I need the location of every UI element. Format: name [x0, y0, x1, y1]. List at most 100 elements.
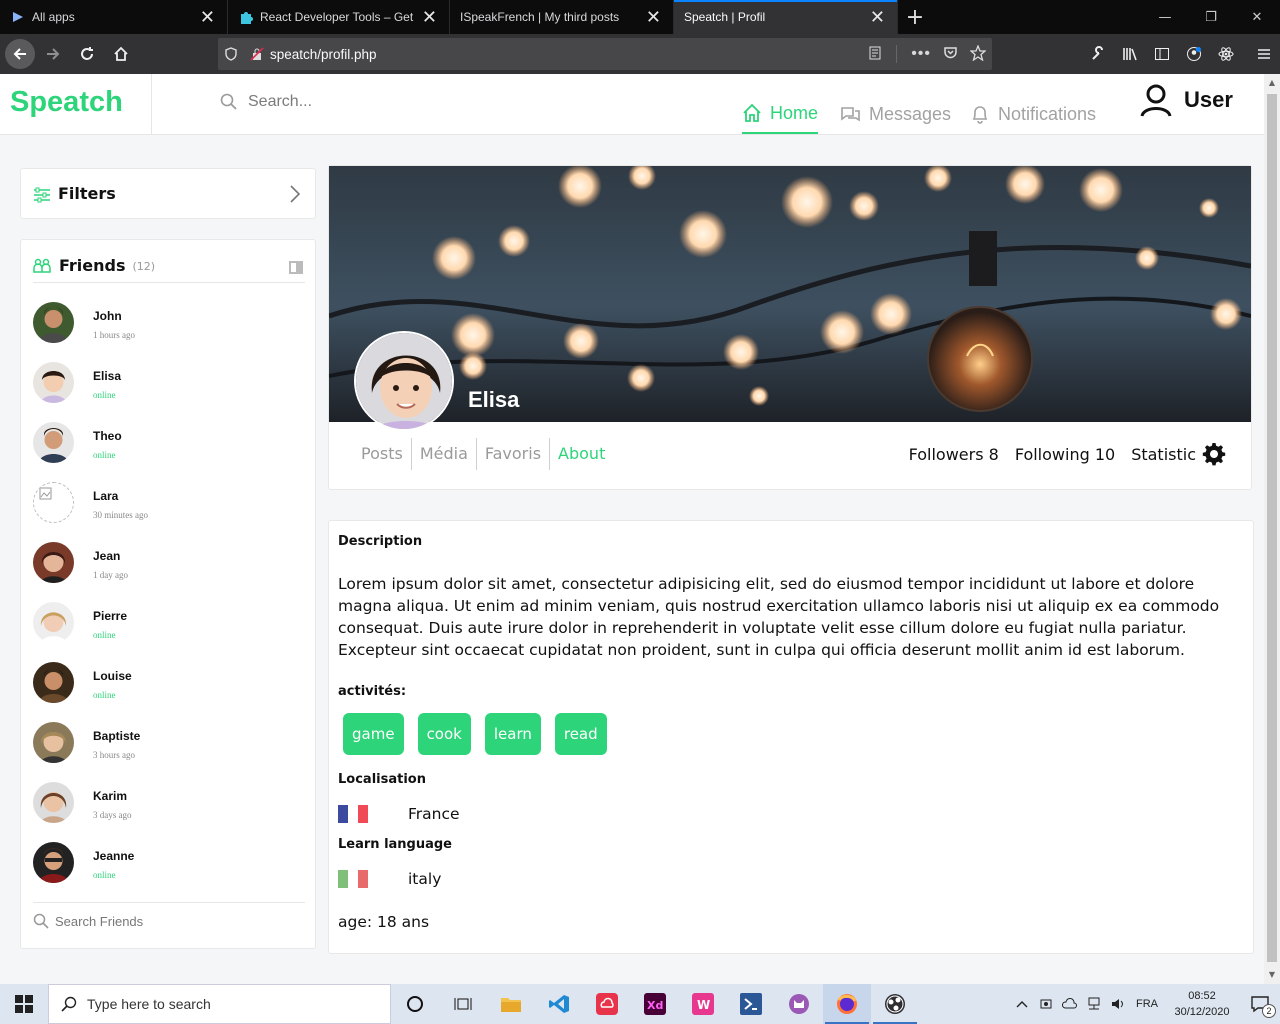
- scroll-up-icon[interactable]: ▲: [1264, 76, 1280, 90]
- back-button[interactable]: [5, 39, 35, 69]
- tab-react-devtools[interactable]: React Developer Tools – Get thi ✕: [228, 0, 450, 34]
- user-menu[interactable]: User: [1138, 82, 1233, 118]
- vscode-icon[interactable]: [535, 984, 583, 1024]
- new-tab-button[interactable]: +: [898, 0, 932, 34]
- weather-cloud-icon[interactable]: [1058, 984, 1082, 1024]
- address-book-icon[interactable]: [287, 258, 305, 280]
- scrollbar-thumb[interactable]: [1267, 94, 1277, 962]
- close-icon[interactable]: ✕: [200, 8, 215, 26]
- friend-item[interactable]: John 1 hours ago: [33, 302, 293, 344]
- meet-now-icon[interactable]: [1034, 984, 1058, 1024]
- wampserver-icon[interactable]: W: [679, 984, 727, 1024]
- windows-taskbar: Type here to search Xd W FRA 08:52 30/12…: [0, 984, 1280, 1024]
- friend-search-input[interactable]: Search Friends: [55, 914, 143, 929]
- taskbar-search-input[interactable]: Type here to search: [87, 996, 211, 1012]
- notification-center-icon[interactable]: 2: [1240, 984, 1280, 1024]
- start-button[interactable]: [0, 984, 48, 1024]
- friend-item[interactable]: Louise online: [33, 662, 293, 704]
- shield-icon[interactable]: [218, 47, 244, 61]
- library-icon[interactable]: [1114, 34, 1146, 74]
- scroll-down-icon[interactable]: ▼: [1264, 968, 1280, 982]
- close-icon[interactable]: ✕: [422, 8, 437, 26]
- site-search[interactable]: Search...: [220, 93, 312, 111]
- react-devtools-icon[interactable]: [1210, 34, 1242, 74]
- cortana-icon[interactable]: [391, 984, 439, 1024]
- taskbar-search[interactable]: Type here to search: [48, 984, 391, 1024]
- activity-chip[interactable]: cook: [417, 713, 471, 755]
- tab-all-apps[interactable]: All apps ✕: [0, 0, 228, 34]
- tab-favoris[interactable]: Favoris: [475, 438, 549, 470]
- friend-item[interactable]: Theo online: [33, 422, 293, 464]
- reader-view-icon[interactable]: [868, 46, 882, 63]
- friend-item[interactable]: Pierre online: [33, 602, 293, 644]
- network-icon[interactable]: [1082, 984, 1106, 1024]
- creative-cloud-icon[interactable]: [583, 984, 631, 1024]
- activity-chip[interactable]: game: [343, 713, 404, 755]
- file-explorer-icon[interactable]: [487, 984, 535, 1024]
- nav-messages[interactable]: Messages: [839, 100, 951, 134]
- close-icon[interactable]: ✕: [646, 8, 661, 26]
- clock[interactable]: 08:52 30/12/2020: [1164, 988, 1240, 1020]
- friend-item[interactable]: Karim 3 days ago: [33, 782, 293, 824]
- tab-speatch-profil[interactable]: Speatch | Profil ✕: [674, 0, 898, 34]
- nav-notifications[interactable]: Notifications: [970, 100, 1096, 134]
- forward-button[interactable]: [37, 38, 69, 70]
- tab-ispeakfrench[interactable]: ISpeakFrench | My third posts ✕: [450, 0, 674, 34]
- site-logo[interactable]: Speatch: [0, 74, 152, 135]
- nav-home[interactable]: Home: [742, 100, 819, 134]
- friend-status: online: [93, 630, 116, 640]
- input-language[interactable]: FRA: [1130, 984, 1164, 1024]
- task-view-icon[interactable]: [439, 984, 487, 1024]
- chevron-up-icon[interactable]: [1010, 984, 1034, 1024]
- window-close-button[interactable]: ✕: [1234, 0, 1280, 34]
- windows-logo-icon: [15, 995, 33, 1013]
- tab-about[interactable]: About: [549, 438, 613, 470]
- friend-item[interactable]: Jean 1 day ago: [33, 542, 293, 584]
- profile-avatar[interactable]: [354, 331, 454, 431]
- activity-chip[interactable]: learn: [484, 713, 541, 755]
- sidebar-icon[interactable]: [1146, 34, 1178, 74]
- friend-item[interactable]: Lara 30 minutes ago: [33, 482, 293, 524]
- cat-app-icon[interactable]: [775, 984, 823, 1024]
- powershell-icon[interactable]: [727, 984, 775, 1024]
- friend-item[interactable]: Jeanne online: [33, 842, 293, 884]
- followers-link[interactable]: Followers 8: [909, 445, 999, 464]
- minimize-button[interactable]: —: [1142, 0, 1188, 34]
- firefox-icon[interactable]: [823, 984, 871, 1024]
- more-actions-icon[interactable]: •••: [911, 45, 931, 63]
- bookmark-star-icon[interactable]: [969, 43, 987, 64]
- close-icon[interactable]: ✕: [870, 8, 885, 26]
- about-panel: Description Lorem ipsum dolor sit amet, …: [328, 520, 1254, 954]
- gear-icon[interactable]: [1202, 442, 1226, 466]
- friend-name: John: [93, 309, 122, 323]
- friend-item[interactable]: Baptiste 3 hours ago: [33, 722, 293, 764]
- filters-panel[interactable]: Filters: [20, 168, 316, 219]
- account-icon[interactable]: [1178, 34, 1210, 74]
- friend-item[interactable]: Elisa online: [33, 362, 293, 404]
- nav-home-label: Home: [770, 102, 819, 123]
- tab-media[interactable]: Média: [410, 438, 476, 470]
- insecure-lock-icon[interactable]: [244, 47, 270, 61]
- friend-search[interactable]: Search Friends: [33, 902, 305, 929]
- restore-button[interactable]: ❐: [1188, 0, 1234, 34]
- friend-name: Jean: [93, 549, 121, 563]
- profile-name: Elisa: [468, 387, 520, 412]
- page-scrollbar[interactable]: ▲ ▼: [1264, 74, 1280, 984]
- pocket-icon[interactable]: [943, 45, 958, 63]
- following-link[interactable]: Following 10: [1015, 445, 1115, 464]
- obs-icon[interactable]: [871, 984, 919, 1024]
- volume-icon[interactable]: [1106, 984, 1130, 1024]
- url-bar[interactable]: speatch/profil.php •••: [218, 38, 992, 70]
- adobe-xd-icon[interactable]: Xd: [631, 984, 679, 1024]
- reload-button[interactable]: [71, 38, 103, 70]
- home-button[interactable]: [105, 38, 137, 70]
- statistic-link[interactable]: Statistic: [1131, 445, 1196, 464]
- activity-chip[interactable]: read: [554, 713, 607, 755]
- tab-posts[interactable]: Posts: [353, 438, 411, 470]
- search-input[interactable]: Search...: [248, 93, 312, 111]
- browser-toolbar: speatch/profil.php •••: [0, 34, 1280, 74]
- friend-status: 3 hours ago: [93, 750, 135, 760]
- puzzle-icon: [238, 9, 254, 25]
- wrench-icon[interactable]: [1082, 34, 1114, 74]
- hamburger-menu-icon[interactable]: [1248, 34, 1280, 74]
